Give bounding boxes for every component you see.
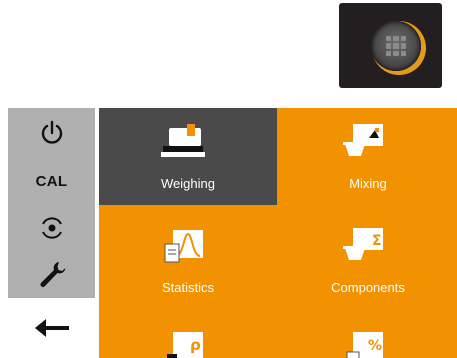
tile-weighing[interactable]: Weighing [99,108,277,205]
cal-button[interactable]: CAL [8,158,95,205]
density-icon: ρ [167,332,203,358]
percent-weighing-icon: % [346,332,383,358]
tile-density[interactable]: ρ [99,316,277,358]
tile-mixing[interactable]: Mixing [279,108,457,205]
tile-label: Components [331,280,405,295]
statistics-icon [164,230,203,263]
weighing-scale-icon [161,124,205,157]
mixing-icon [343,124,383,156]
power-button[interactable] [8,110,95,157]
tile-statistics[interactable]: Statistics [99,212,277,309]
back-arrow-icon [34,319,69,337]
svg-text:ρ: ρ [190,336,201,354]
tile-components[interactable]: Σ Components [279,212,457,309]
power-icon [41,120,62,144]
tile-label: Mixing [349,176,387,191]
sidebar: CAL [8,108,95,358]
settings-button[interactable] [8,250,95,297]
svg-text:%: % [368,338,382,354]
tile-label: Weighing [161,176,215,191]
apps-button[interactable] [339,3,442,88]
tile-percent[interactable]: % [279,316,457,358]
cal-label: CAL [35,173,68,190]
main-panel: CAL Weighing Mixing Statistics Σ Compone… [8,108,457,358]
tile-label: Statistics [161,280,214,295]
back-button[interactable] [8,298,95,358]
wrench-icon [40,261,65,287]
application-grid: Weighing Mixing Statistics Σ Components … [99,108,457,358]
target-icon [41,216,62,239]
target-button[interactable] [8,204,95,251]
svg-text:Σ: Σ [372,233,382,249]
app-grid-icon [371,21,421,71]
components-icon: Σ [343,228,383,260]
